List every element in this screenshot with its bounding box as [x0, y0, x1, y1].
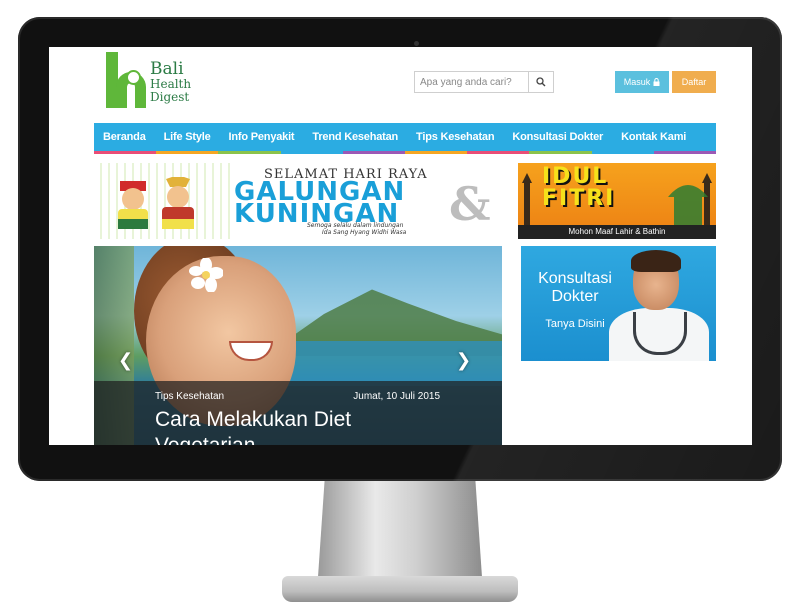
- banner-idul-fitri-text: IDUL FITRI: [542, 166, 615, 210]
- consult-title-line-2: Dokter: [551, 288, 599, 305]
- frangipani-flower-icon: [189, 258, 223, 292]
- banner-sub-1: Semoga selalu dalam lindungan: [307, 222, 404, 229]
- nav-stripe-segment: [405, 151, 468, 154]
- nav-stripe-segment: [218, 151, 281, 154]
- slider-next-arrow-icon[interactable]: ❯: [456, 350, 471, 371]
- main-nav: Beranda Life Style Info Penyakit Trend K…: [94, 123, 716, 151]
- banner-galungan-kuningan: GALUNGAN KUNINGAN: [234, 179, 405, 227]
- site-logo[interactable]: Bali Health Digest: [106, 50, 191, 110]
- nav-item-life-style[interactable]: Life Style: [155, 131, 220, 143]
- monitor-stand-neck: [318, 481, 482, 577]
- slider-caption[interactable]: Tips Kesehatan Jumat, 10 Juli 2015 Cara …: [94, 381, 502, 445]
- logo-text: Bali Health Digest: [150, 60, 191, 104]
- nav-stripe-segment: [280, 151, 343, 154]
- logo-h-icon: [106, 50, 148, 110]
- nav-stripe-segment: [156, 151, 219, 154]
- doctor-hair: [631, 250, 681, 272]
- banner-kids-illustration: [94, 163, 234, 239]
- register-button[interactable]: Daftar: [672, 71, 716, 93]
- slider-date: Jumat, 10 Juli 2015: [353, 391, 440, 402]
- nav-color-stripe: [94, 151, 717, 154]
- register-label: Daftar: [681, 77, 707, 87]
- banner-right-line-1: IDUL: [542, 164, 609, 189]
- nav-item-kontak-kami[interactable]: Kontak Kami: [612, 131, 695, 143]
- consult-subtitle: Tanya Disini: [545, 318, 605, 330]
- banner-footer: Mohon Maaf Lahir & Bathin: [518, 225, 716, 239]
- consult-title-line-1: Konsultasi: [538, 270, 612, 287]
- website-screen: Bali Health Digest Masuk Daftar Beranda …: [49, 47, 752, 445]
- search-box: [414, 71, 554, 93]
- logo-line-1: Bali: [150, 59, 184, 79]
- login-button[interactable]: Masuk: [615, 71, 669, 93]
- lock-icon: [653, 78, 660, 86]
- search-button[interactable]: [528, 72, 553, 92]
- slider-category[interactable]: Tips Kesehatan: [155, 391, 224, 402]
- search-icon: [536, 77, 546, 87]
- nav-stripe-segment: [653, 151, 717, 154]
- nav-item-trend-kesehatan[interactable]: Trend Kesehatan: [303, 131, 407, 143]
- camera-icon: [414, 41, 419, 46]
- consult-doctor-ad[interactable]: Konsultasi Dokter Tanya Disini: [521, 246, 716, 361]
- logo-line-3: Digest: [150, 90, 190, 104]
- monitor-stand-base: [282, 576, 518, 602]
- nav-item-konsultasi-dokter[interactable]: Konsultasi Dokter: [503, 131, 612, 143]
- consult-title: Konsultasi Dokter: [529, 270, 621, 306]
- login-label: Masuk: [623, 77, 651, 87]
- slider-prev-arrow-icon[interactable]: ❮: [118, 350, 133, 371]
- search-input[interactable]: [415, 72, 528, 92]
- banner-sub-2: Ida Sang Hyang Widhi Wasa: [322, 229, 407, 236]
- nav-stripe-segment: [467, 151, 530, 154]
- nav-stripe-segment: [591, 151, 654, 154]
- balinese-girl-icon: [162, 177, 194, 229]
- stethoscope-icon: [633, 312, 687, 355]
- featured-slider[interactable]: ❮ ❯ Tips Kesehatan Jumat, 10 Juli 2015 C…: [94, 246, 502, 445]
- banner-idul-fitri: IDUL FITRI Mohon Maaf Lahir & Bathin: [518, 163, 716, 239]
- nav-item-beranda[interactable]: Beranda: [94, 131, 155, 143]
- nav-item-tips-kesehatan[interactable]: Tips Kesehatan: [407, 131, 503, 143]
- banner-ampersand: &: [449, 177, 491, 231]
- nav-stripe-segment: [529, 151, 592, 154]
- slider-title[interactable]: Cara Melakukan Diet Vegetarian: [155, 407, 455, 445]
- nav-stripe-segment: [342, 151, 406, 154]
- nav-stripe-segment: [94, 151, 157, 154]
- holiday-banner[interactable]: SELAMAT HARI RAYA GALUNGAN KUNINGAN Semo…: [94, 163, 716, 239]
- nav-item-info-penyakit[interactable]: Info Penyakit: [220, 131, 304, 143]
- balinese-boy-icon: [118, 181, 148, 229]
- banner-right-line-2: FITRI: [542, 186, 616, 211]
